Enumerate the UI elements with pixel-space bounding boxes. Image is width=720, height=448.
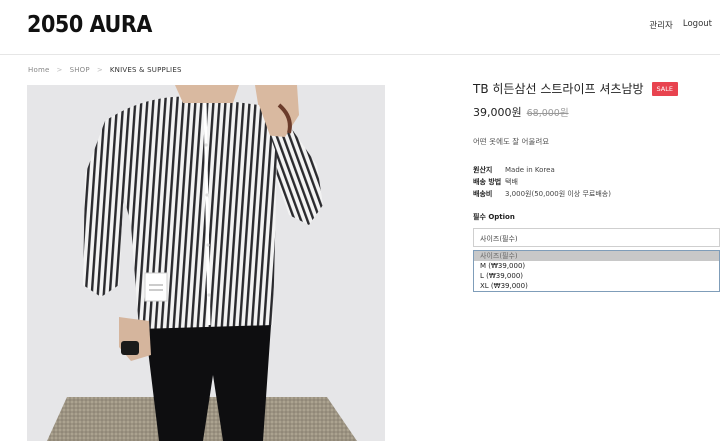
site-logo[interactable]: 2050 AURA bbox=[27, 12, 152, 38]
product-photo-illustration bbox=[27, 85, 385, 441]
spec-key: 배송비 bbox=[473, 190, 493, 198]
dropdown-option[interactable]: L (₩39,000) bbox=[474, 271, 719, 281]
spec-row: 배송비 3,000원(50,000원 이상 무료배송) bbox=[473, 188, 720, 200]
admin-link[interactable]: 관리자 bbox=[649, 19, 672, 31]
breadcrumb-current[interactable]: KNIVES & SUPPLIES bbox=[110, 66, 182, 74]
option-label: 필수 Option bbox=[473, 213, 515, 221]
current-price: 39,000원 bbox=[473, 106, 522, 119]
dropdown-option[interactable]: 사이즈(필수) bbox=[474, 251, 719, 261]
breadcrumb: Home > SHOP > KNIVES & SUPPLIES bbox=[28, 66, 182, 74]
product-info: TB 히든삼선 스트라이프 셔츠남방 SALE 39,000원 68,000원 … bbox=[473, 80, 720, 292]
logout-link[interactable]: Logout bbox=[683, 19, 712, 31]
product-title: TB 히든삼선 스트라이프 셔츠남방 bbox=[473, 82, 644, 96]
product-specs: 원산지 Made in Korea 배송 방법 택배 배송비 3,000원(50… bbox=[473, 164, 720, 200]
spec-value: 3,000원(50,000원 이상 무료배송) bbox=[505, 190, 611, 198]
spec-row: 배송 방법 택배 bbox=[473, 176, 720, 188]
spec-value: 택배 bbox=[505, 178, 518, 186]
price-row: 39,000원 68,000원 bbox=[473, 104, 720, 120]
spec-key: 원산지 bbox=[473, 166, 493, 174]
breadcrumb-shop[interactable]: SHOP bbox=[70, 66, 90, 74]
product-image[interactable] bbox=[27, 85, 385, 441]
sale-badge: SALE bbox=[651, 81, 678, 96]
breadcrumb-home[interactable]: Home bbox=[28, 66, 49, 74]
header-links: 관리자 Logout bbox=[649, 19, 712, 31]
product-description: 어떤 옷에도 잘 어울려요 bbox=[473, 137, 550, 146]
spec-key: 배송 방법 bbox=[473, 178, 502, 186]
dropdown-option[interactable]: M (₩39,000) bbox=[474, 261, 719, 271]
original-price: 68,000원 bbox=[526, 108, 569, 119]
spec-value: Made in Korea bbox=[505, 166, 555, 174]
site-header: 2050 AURA 관리자 Logout bbox=[0, 0, 720, 55]
dropdown-option[interactable]: XL (₩39,000) bbox=[474, 281, 719, 291]
size-select[interactable]: 사이즈(필수) bbox=[473, 228, 720, 247]
title-row: TB 히든삼선 스트라이프 셔츠남방 SALE bbox=[473, 80, 720, 97]
spec-row: 원산지 Made in Korea bbox=[473, 164, 720, 176]
size-dropdown-list: 사이즈(필수) M (₩39,000) L (₩39,000) XL (₩39,… bbox=[473, 250, 720, 292]
chevron-right-icon: > bbox=[96, 66, 103, 74]
chevron-right-icon: > bbox=[56, 66, 63, 74]
